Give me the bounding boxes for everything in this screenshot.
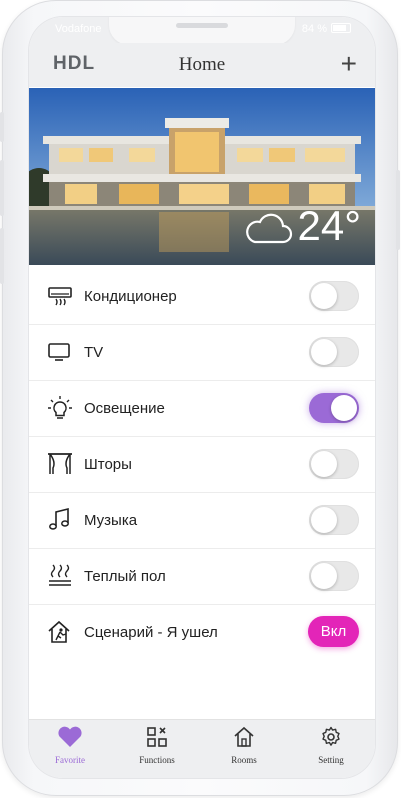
device-row-conditioner: Кондиционер [29, 269, 375, 325]
add-button[interactable]: + [341, 50, 357, 78]
tab-label: Setting [318, 755, 344, 765]
device-label: Освещение [84, 400, 165, 417]
volume-down-button [0, 228, 4, 284]
scene-label: Сценарий - Я ушел [84, 624, 218, 641]
scene-activate-button[interactable]: Вкл [308, 616, 359, 647]
gear-icon [322, 726, 340, 746]
lighting-toggle[interactable] [309, 393, 359, 423]
carrier-label: Vodafone [55, 23, 102, 35]
floor-heating-icon [49, 564, 71, 586]
device-row-music: Музыка [29, 493, 375, 549]
tab-label: Rooms [231, 755, 257, 765]
volume-up-button [0, 160, 4, 216]
music-note-icon [49, 507, 69, 530]
tv-icon [48, 343, 70, 361]
functions-grid-icon [147, 727, 167, 747]
toggle-knob [311, 339, 337, 365]
device-row-floor-heating: Теплый пол [29, 549, 375, 605]
scene-row: Сценарий - Я ушел Вкл [29, 605, 375, 660]
music-toggle[interactable] [309, 505, 359, 535]
tab-setting[interactable]: Setting [291, 726, 371, 765]
floor-heating-toggle[interactable] [309, 561, 359, 591]
toggle-knob [311, 451, 337, 477]
tab-label: Favorite [55, 755, 85, 765]
tab-functions[interactable]: Functions [117, 726, 197, 765]
house-leaving-icon [48, 620, 70, 643]
air-conditioner-icon [48, 287, 72, 306]
cloud-icon [246, 213, 293, 244]
house-photo: 24° [29, 88, 375, 265]
device-label: Теплый пол [84, 568, 166, 585]
tv-toggle[interactable] [309, 337, 359, 367]
light-bulb-icon [48, 396, 72, 419]
device-label: Шторы [84, 456, 132, 473]
home-icon [234, 726, 254, 747]
tab-label: Functions [139, 755, 175, 765]
tab-favorite[interactable]: Favorite [30, 726, 110, 765]
device-row-tv: TV [29, 325, 375, 381]
speaker-grille [176, 23, 228, 28]
power-button [396, 170, 400, 250]
weather-widget: 24° [243, 202, 361, 250]
toggle-knob [311, 563, 337, 589]
battery-icon [331, 23, 351, 33]
device-label: Кондиционер [84, 288, 177, 305]
device-list: Кондиционер TV Освещение Шторы Музыка Те… [29, 269, 375, 660]
heart-icon [58, 726, 82, 747]
battery-percent: 84 % [301, 23, 327, 35]
curtains-icon [48, 453, 72, 474]
curtains-toggle[interactable] [309, 449, 359, 479]
device-row-lighting: Освещение [29, 381, 375, 437]
notch [109, 17, 295, 45]
toggle-knob [311, 507, 337, 533]
mute-switch [0, 112, 4, 142]
tab-rooms[interactable]: Rooms [204, 726, 284, 765]
device-label: Музыка [84, 512, 138, 529]
page-title: Home [178, 54, 226, 75]
app-header: HDL Home + [29, 43, 375, 87]
toggle-knob [331, 395, 357, 421]
battery-indicator: 84 % [302, 23, 351, 35]
phone-frame: Vodafone 84 % HDL Home + 24° Кондиционер… [0, 0, 400, 796]
app-screen: Vodafone 84 % HDL Home + 24° Кондиционер… [29, 17, 375, 778]
conditioner-toggle[interactable] [309, 281, 359, 311]
temperature: 24° [297, 202, 361, 249]
device-row-curtains: Шторы [29, 437, 375, 493]
tab-bar: Favorite Functions Rooms Setting [29, 719, 375, 778]
toggle-knob [311, 283, 337, 309]
device-label: TV [84, 344, 104, 361]
